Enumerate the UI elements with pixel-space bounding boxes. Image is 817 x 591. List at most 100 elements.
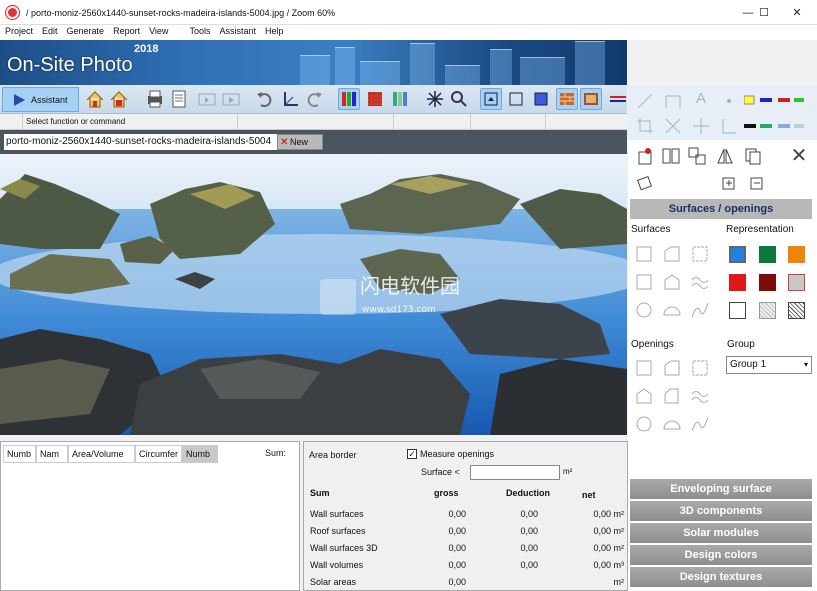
new-document-button[interactable]: ✕ New [277,134,323,150]
arch-opening-icon[interactable] [661,385,683,407]
swatch-orange[interactable] [788,246,805,263]
video-icon[interactable] [220,88,242,110]
gable-surface-icon[interactable] [661,271,683,293]
menu-report[interactable]: Report [108,25,144,36]
maximize-button[interactable]: ☐ [749,4,779,22]
document-name[interactable]: porto-moniz-2560x1440-sunset-rocks-madei… [4,134,287,150]
assistant-button[interactable]: Assistant [2,87,79,112]
menu-generate[interactable]: Generate [62,25,109,36]
section-enveloping-surface[interactable]: Enveloping surface [630,479,812,499]
swatch-hatch-light[interactable] [759,302,776,319]
surface-threshold-input[interactable] [470,465,560,480]
house-save-icon[interactable] [108,88,130,110]
section-solar-modules[interactable]: Solar modules [630,523,812,543]
swatch-white[interactable] [729,302,746,319]
merge-icon[interactable] [686,145,708,167]
col-area-volume[interactable]: Area/Volume [68,445,135,463]
free-opening-icon[interactable] [689,357,711,379]
row-label: Solar areas [310,577,357,587]
swatch-blue[interactable] [729,246,746,263]
menu-assistant[interactable]: Assistant [214,25,260,36]
add-point-icon[interactable] [634,145,656,167]
arc-surface-icon[interactable] [661,299,683,321]
brick-icon[interactable] [556,88,578,110]
snap-star-icon[interactable] [424,88,446,110]
sum-header: Sum [310,488,330,498]
redo-icon[interactable] [303,88,325,110]
flag-icon[interactable] [606,88,628,110]
split-icon[interactable] [660,145,682,167]
rect-outline-icon[interactable] [505,88,527,110]
circle-surface-icon[interactable] [633,299,655,321]
swatch-hatch-dark[interactable] [788,302,805,319]
section-surfaces-openings[interactable]: Surfaces / openings [630,199,812,219]
text-tool-icon[interactable]: A [690,90,712,112]
cross-tool-icon[interactable] [662,115,684,137]
rect-filled-icon[interactable] [530,88,552,110]
circle-opening-icon[interactable] [633,413,655,435]
dimension-tool-icon[interactable] [662,90,684,112]
poly-surface-icon[interactable] [661,243,683,265]
col-name[interactable]: Nam [36,445,68,463]
crop-tool-icon[interactable] [634,115,656,137]
point-tool-icon[interactable] [718,90,740,112]
rect-surface-icon[interactable] [633,243,655,265]
free-surface-icon[interactable] [689,243,711,265]
undo-icon[interactable] [254,88,276,110]
texture-icon[interactable] [580,88,602,110]
measure-openings-checkbox[interactable]: ✓ [407,449,417,459]
report-icon[interactable] [168,88,190,110]
menu-help[interactable]: Help [260,25,288,36]
zoom-icon[interactable] [448,88,470,110]
swatch-green[interactable] [759,246,776,263]
line-tool-icon[interactable] [634,90,656,112]
delete-icon[interactable]: ✕ [788,145,810,167]
swatch-red[interactable] [729,274,746,291]
line-styles-icon[interactable] [744,119,806,141]
line-colors-icon[interactable] [743,94,806,116]
swatch-gray[interactable] [788,274,805,291]
copy-icon[interactable] [742,145,764,167]
corner-surface-icon[interactable] [633,271,655,293]
menu-view[interactable]: View [144,25,172,36]
section-design-textures[interactable]: Design textures [630,567,812,587]
deduction-header: Deduction [506,488,550,498]
curve-opening-icon[interactable] [689,413,711,435]
color-view-icon[interactable] [338,88,360,110]
photo-canvas[interactable]: 闪电软件园 www.sd173.com [0,154,627,435]
menu-project[interactable]: Project [0,25,37,36]
chevron-down-icon: ▾ [803,360,808,369]
menu-edit[interactable]: Edit [37,25,62,36]
angle-tool-icon[interactable] [718,115,740,137]
print-icon[interactable] [144,88,166,110]
swatch-dark-red[interactable] [759,274,776,291]
house-open-icon[interactable] [84,88,106,110]
axis-icon[interactable] [279,88,301,110]
app-icon[interactable] [6,6,19,19]
section-design-colors[interactable]: Design colors [630,545,812,565]
rect-opening-icon[interactable] [633,357,655,379]
group-select[interactable]: Group 1 ▾ [726,356,812,374]
surface-threshold-label: Surface < [421,467,460,477]
grid-view-icon[interactable] [364,88,386,110]
col-circumference[interactable]: Circumfer [135,445,182,463]
col-numb-2[interactable]: Numb [182,445,218,463]
section-3d-components[interactable]: 3D components [630,501,812,521]
frame-select-icon[interactable] [480,88,502,110]
close-window-button[interactable]: ✕ [782,4,812,22]
curve-surface-icon[interactable] [689,299,711,321]
stripe-view-icon[interactable] [389,88,411,110]
mirror-icon[interactable] [714,145,736,167]
col-numb[interactable]: Numb [3,445,36,463]
wave-opening-icon[interactable] [689,385,711,407]
poly-opening-icon[interactable] [661,357,683,379]
menu-tools[interactable]: Tools [184,25,214,36]
send-backward-icon[interactable] [746,172,768,194]
wave-surface-icon[interactable] [689,271,711,293]
gable-opening-icon[interactable] [633,385,655,407]
plus-tool-icon[interactable] [690,115,712,137]
export-icon[interactable] [196,88,218,110]
bring-forward-icon[interactable] [718,172,740,194]
arc-opening-icon[interactable] [661,413,683,435]
rotate-icon[interactable] [634,172,656,194]
